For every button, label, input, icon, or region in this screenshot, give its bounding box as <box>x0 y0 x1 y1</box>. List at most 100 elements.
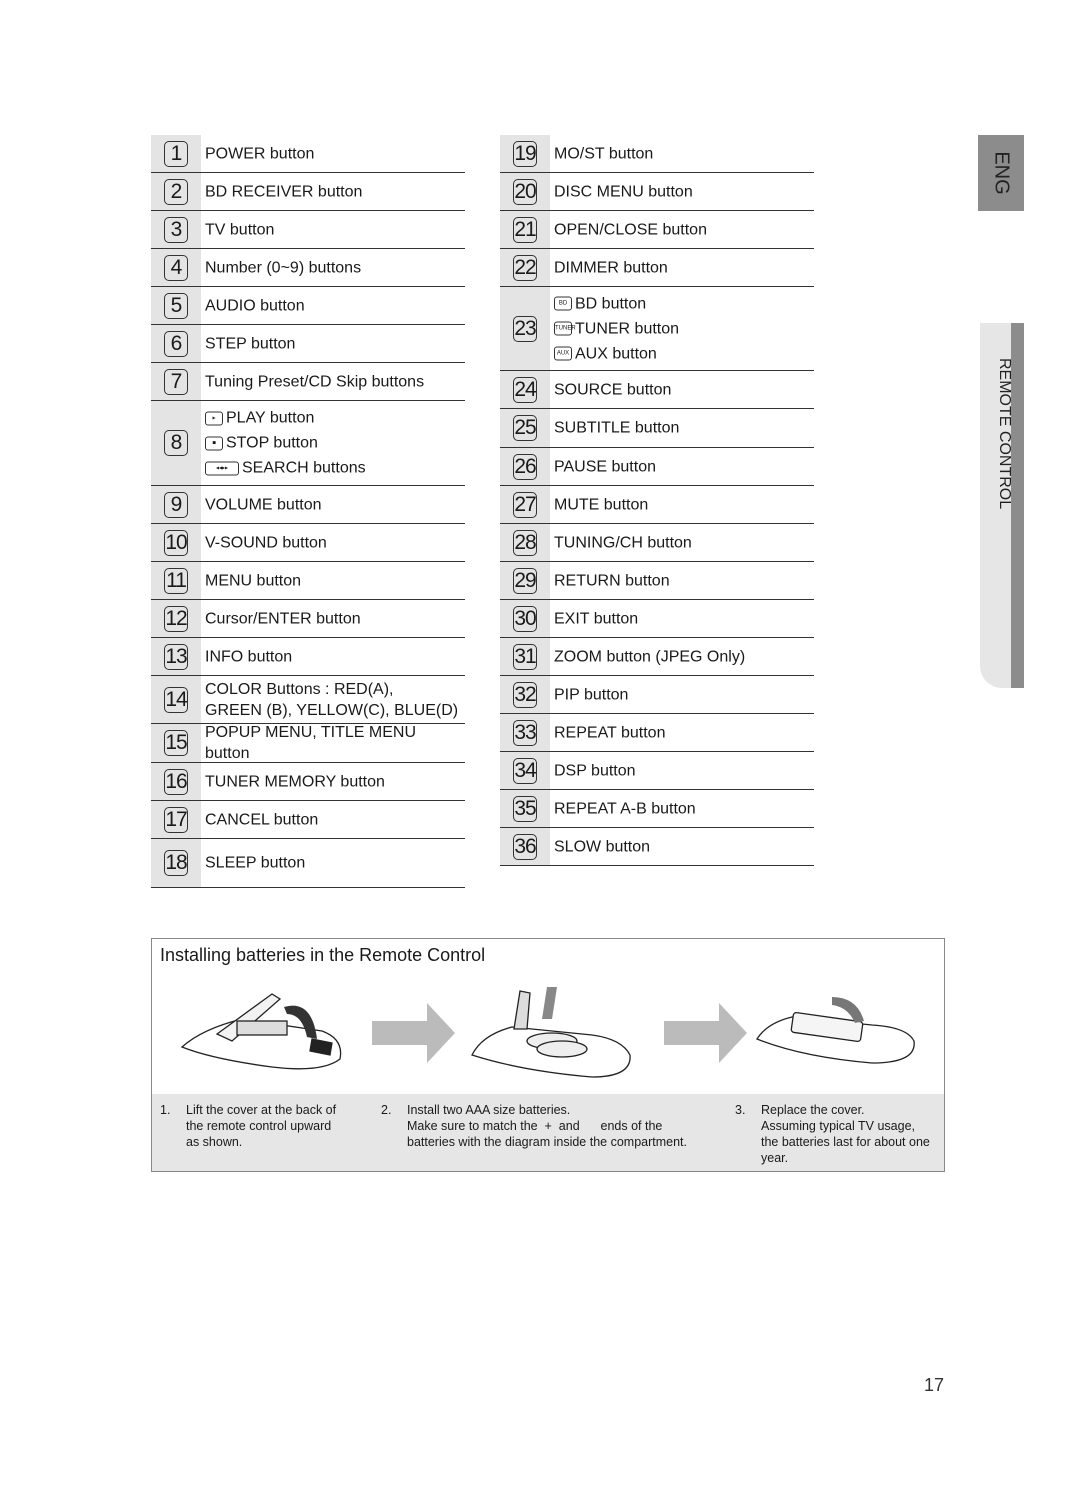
item-number: 31 <box>513 643 537 670</box>
stop-icon: ■ <box>205 436 223 450</box>
play-icon: ▸ <box>205 411 223 425</box>
item-label-text: ZOOM button (JPEG Only) <box>554 648 746 665</box>
step-number: 3. <box>735 1103 746 1117</box>
item-number-cell: 17 <box>151 801 201 838</box>
item-label: CANCEL button <box>205 809 461 830</box>
button-list-item: 10 V-SOUND button <box>151 524 465 562</box>
item-number: 28 <box>513 529 537 556</box>
item-number-cell: 11 <box>151 562 201 599</box>
button-list-item: 16 TUNER MEMORY button <box>151 763 465 801</box>
item-label-line: PAUSE button <box>554 456 810 477</box>
item-number-cell: 2 <box>151 173 201 210</box>
button-list-item: 11 MENU button <box>151 562 465 600</box>
section-tab: REMOTE CONTROL <box>980 323 1024 688</box>
item-number: 14 <box>164 686 188 713</box>
button-list-item: 24 SOURCE button <box>500 371 814 409</box>
item-label-text: AUX button <box>575 345 657 362</box>
item-number-cell: 24 <box>500 371 550 408</box>
item-label: DISC MENU button <box>554 181 810 202</box>
item-label: BD RECEIVER button <box>205 181 461 202</box>
item-label-text: COLOR Buttons : RED(A), <box>205 680 394 698</box>
item-label-text: MUTE button <box>554 496 649 513</box>
item-number: 9 <box>164 491 188 518</box>
button-list-item: 8 ▸ PLAY button ■ STOP button ◂◂▸▸ SEARCH butt… <box>151 401 465 486</box>
step-number: 1. <box>160 1103 171 1117</box>
item-label-text: TV button <box>205 221 275 238</box>
item-label-line: GREEN (B), YELLOW(C), BLUE(D) <box>205 700 461 721</box>
item-number-cell: 9 <box>151 486 201 523</box>
item-number-cell: 33 <box>500 714 550 751</box>
item-label-line: MO/ST button <box>554 143 810 164</box>
item-number-cell: 29 <box>500 562 550 599</box>
item-number: 30 <box>513 605 537 632</box>
item-number: 23 <box>513 315 537 342</box>
item-label-line: Number (0~9) buttons <box>205 257 461 278</box>
button-list-item: 34 DSP button <box>500 752 814 790</box>
item-number-cell: 31 <box>500 638 550 675</box>
item-number-cell: 25 <box>500 409 550 447</box>
item-number: 3 <box>164 216 188 243</box>
item-number: 12 <box>164 605 188 632</box>
item-label-line: ◂◂▸▸ SEARCH buttons <box>205 456 461 481</box>
item-label: MO/ST button <box>554 143 810 164</box>
item-label-text: TUNER MEMORY button <box>205 773 385 790</box>
item-label-line: ▸ PLAY button <box>205 406 461 431</box>
item-label: TV button <box>205 219 461 240</box>
item-label-text: BD button <box>575 295 647 312</box>
item-label: COLOR Buttons : RED(A), GREEN (B), YELLOW… <box>205 679 461 721</box>
item-label-line: ZOOM button (JPEG Only) <box>554 646 810 667</box>
battery-illustration <box>180 987 915 1078</box>
button-list-item: 17 CANCEL button <box>151 801 465 839</box>
page-number: 17 <box>924 1375 945 1395</box>
button-list-left: 1 POWER button 2 BD RECEIVER button 3 TV butt… <box>151 135 465 888</box>
item-label-text: STEP button <box>205 335 296 352</box>
button-list-item: 26 PAUSE button <box>500 448 814 486</box>
item-number-cell: 32 <box>500 676 550 713</box>
section-tab-label: REMOTE CONTROL <box>996 358 1013 510</box>
button-list-item: 29 RETURN button <box>500 562 814 600</box>
item-label-text: EXIT button <box>554 610 639 627</box>
item-label-text: DISC MENU button <box>554 183 693 200</box>
button-list-item: 6 STEP button <box>151 325 465 363</box>
item-label-text: POWER button <box>205 145 315 162</box>
item-number: 34 <box>513 757 537 784</box>
item-label-line: POPUP MENU, TITLE MENU button <box>205 722 461 764</box>
language-tab: ENG <box>978 135 1024 211</box>
item-label-text: MO/ST button <box>554 145 654 162</box>
item-label-text: Tuning Preset/CD Skip buttons <box>205 373 425 390</box>
item-number: 24 <box>513 376 537 403</box>
item-label-text: PAUSE button <box>554 458 656 475</box>
item-label-text: MENU button <box>205 572 302 589</box>
item-label: ZOOM button (JPEG Only) <box>554 646 810 667</box>
item-label-text: Cursor/ENTER button <box>205 610 361 627</box>
step-text: Lift the cover at the back of the remote… <box>186 1103 337 1149</box>
item-number-cell: 26 <box>500 448 550 485</box>
item-number: 17 <box>164 806 188 833</box>
button-list-item: 19 MO/ST button <box>500 135 814 173</box>
item-number: 29 <box>513 567 537 594</box>
item-label-text: POPUP MENU, TITLE MENU button <box>205 724 416 762</box>
item-label-text: PIP button <box>554 686 629 703</box>
item-number-cell: 36 <box>500 828 550 865</box>
item-label: SLOW button <box>554 836 810 857</box>
button-list-item: 23 BD BD button TUNER TUNER button AUX AUX but… <box>500 287 814 371</box>
button-list-item: 30 EXIT button <box>500 600 814 638</box>
item-number: 33 <box>513 719 537 746</box>
button-list-right: 19 MO/ST button 20 DISC MENU button 21 OPEN/C… <box>500 135 814 866</box>
step-number: 2. <box>381 1103 392 1117</box>
item-label-line: BD RECEIVER button <box>205 181 461 202</box>
item-number-cell: 23 <box>500 287 550 370</box>
item-number: 10 <box>164 529 188 556</box>
item-number: 8 <box>164 430 188 456</box>
button-list-item: 31 ZOOM button (JPEG Only) <box>500 638 814 676</box>
item-number-cell: 34 <box>500 752 550 789</box>
item-number-cell: 3 <box>151 211 201 248</box>
item-number: 4 <box>164 254 188 281</box>
step-text: Replace the cover. Assuming typical TV u… <box>761 1103 930 1165</box>
item-number-cell: 18 <box>151 839 201 887</box>
item-label-line: PIP button <box>554 684 810 705</box>
item-number-cell: 16 <box>151 763 201 800</box>
button-list-item: 32 PIP button <box>500 676 814 714</box>
button-list-item: 35 REPEAT A-B button <box>500 790 814 828</box>
button-list-item: 36 SLOW button <box>500 828 814 866</box>
